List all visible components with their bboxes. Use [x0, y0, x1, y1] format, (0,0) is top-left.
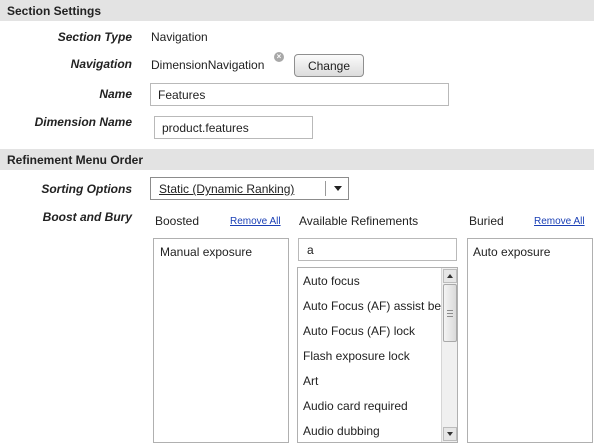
buried-list[interactable]: Auto exposure [467, 238, 593, 443]
grip-line [447, 313, 453, 314]
section-type-value: Navigation [151, 30, 208, 44]
buried-title: Buried [469, 214, 504, 228]
select-divider [325, 181, 326, 196]
sorting-options-select[interactable]: Static (Dynamic Ranking) [150, 177, 349, 200]
list-item[interactable]: Audio card required [303, 399, 443, 413]
change-button[interactable]: Change [294, 54, 364, 77]
section-type-label: Section Type [57, 30, 132, 44]
list-item[interactable]: Auto Focus (AF) assist beam [303, 299, 443, 313]
grip-line [447, 310, 453, 311]
available-refinements-list[interactable]: Auto focus Auto Focus (AF) assist beam A… [297, 267, 458, 443]
dimension-name-field[interactable]: product.features [154, 116, 313, 139]
list-item[interactable]: Auto Focus (AF) lock [303, 324, 443, 338]
navigation-label: Navigation [70, 57, 132, 71]
refinement-menu-order-header: Refinement Menu Order [0, 149, 594, 170]
clear-icon[interactable]: × [274, 52, 284, 62]
buried-remove-all-link[interactable]: Remove All [534, 216, 585, 227]
scrollbar-thumb[interactable] [443, 284, 457, 342]
name-label: Name [99, 87, 132, 101]
list-item[interactable]: Auto focus [303, 274, 443, 288]
list-item[interactable]: Art [303, 374, 443, 388]
chevron-down-icon[interactable] [334, 186, 342, 191]
list-item[interactable]: Manual exposure [160, 245, 252, 259]
grip-line [447, 316, 453, 317]
sorting-options-value: Static (Dynamic Ranking) [159, 182, 295, 196]
boost-and-bury-label: Boost and Bury [42, 210, 132, 224]
scroll-up-icon[interactable] [443, 269, 457, 283]
list-item[interactable]: Auto exposure [473, 245, 550, 259]
boosted-remove-all-link[interactable]: Remove All [230, 216, 281, 227]
refinement-filter-input[interactable]: a [298, 238, 457, 261]
name-field[interactable]: Features [150, 83, 449, 106]
vertical-scrollbar[interactable] [441, 268, 457, 442]
dimension-name-label: Dimension Name [34, 115, 132, 129]
section-settings-header: Section Settings [0, 0, 594, 21]
boosted-title: Boosted [155, 214, 200, 228]
scroll-down-icon[interactable] [443, 427, 457, 441]
list-item[interactable]: Flash exposure lock [303, 349, 443, 363]
navigation-value: DimensionNavigation [151, 58, 265, 72]
available-refinements-title: Available Refinements [299, 214, 419, 228]
boosted-list[interactable]: Manual exposure [153, 238, 289, 443]
sorting-options-label: Sorting Options [41, 182, 132, 196]
list-item[interactable]: Audio dubbing [303, 424, 443, 438]
